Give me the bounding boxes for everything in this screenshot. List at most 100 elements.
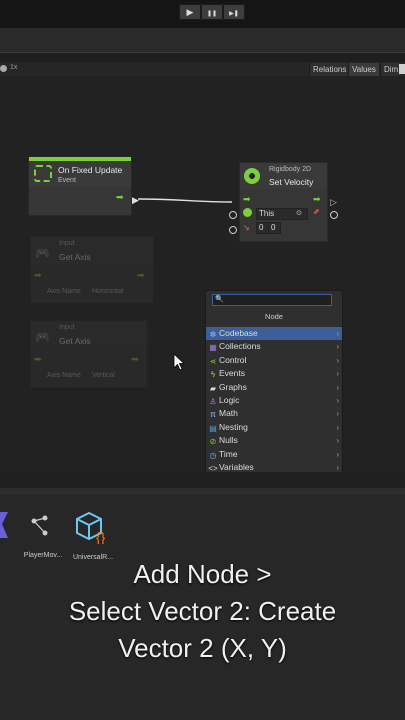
y-field[interactable]: 0 (268, 222, 281, 234)
svg-text:{}: {} (96, 529, 106, 544)
menu-item-nesting[interactable]: ▤ Nesting › (206, 421, 342, 434)
zoom-slider-handle[interactable] (0, 65, 7, 72)
flow-output-port[interactable]: ➡ (137, 271, 145, 280)
chevron-right-icon: › (336, 409, 339, 419)
menu-item-label: Events (219, 368, 245, 379)
chevron-right-icon: › (336, 436, 339, 446)
field-label: Axis Name (47, 372, 81, 379)
graph-canvas[interactable]: On Fixed Update Event ➡ ▶ Rigidbody 2D S… (0, 76, 405, 472)
menu-item-label: Nulls (219, 435, 238, 446)
node-category: Input (59, 240, 75, 247)
zoom-label: 1x (10, 64, 18, 71)
menu-item-label: Math (219, 408, 238, 419)
rigidbody-icon (244, 168, 260, 184)
menu-header: Node (265, 312, 283, 321)
tab-values[interactable]: Values (348, 63, 379, 76)
menu-item-collections[interactable]: ▦ Collections › (206, 340, 342, 353)
caption-line-3: Vector 2 (X, Y) (118, 633, 287, 663)
target-input-port[interactable] (229, 211, 237, 219)
mouse-cursor-icon (173, 353, 186, 371)
menu-item-label: Time (219, 448, 238, 459)
node-header: Rigidbody 2D Set Velocity (240, 163, 327, 189)
menu-item-control[interactable]: ⋖ Control › (206, 354, 342, 367)
control-icon: ⋖ (209, 356, 217, 366)
menu-item-label: Graphs (219, 381, 247, 392)
caption-line-1: Add Node > (133, 559, 272, 589)
menu-item-label: Control (219, 354, 247, 365)
menu-item-nulls[interactable]: ⊘ Nulls › (206, 434, 342, 447)
pause-button[interactable]: ❚❚ (201, 4, 223, 20)
gamepad-icon: 🎮 (35, 330, 50, 344)
menu-item-events[interactable]: ϟ Events › (206, 367, 342, 380)
node-title: Get Axis (59, 252, 91, 262)
graph-tab-bar: 1x Relations Values Dim (0, 62, 405, 77)
chevron-right-icon: › (336, 449, 339, 459)
menu-item-time[interactable]: ◷ Time › (206, 448, 342, 461)
project-panel: PlayerMov... {} UniversalR... Add Node >… (0, 472, 405, 720)
menu-item-label: Logic (219, 395, 240, 405)
search-input[interactable]: 🔍 (212, 294, 332, 306)
chevron-right-icon: › (336, 355, 339, 365)
folder-icon: ▰ (209, 383, 217, 393)
on-fixed-update-node[interactable]: On Fixed Update Event ➡ (28, 156, 132, 216)
flow-output-port[interactable]: ➡ (131, 355, 139, 364)
menu-item-math[interactable]: π Math › (206, 407, 342, 420)
pi-icon: π (210, 410, 216, 420)
step-button[interactable]: ▶❚ (223, 4, 245, 20)
chevron-right-icon: › (336, 396, 339, 405)
flow-output-triangle: ▷ (330, 197, 337, 207)
flow-input-port[interactable]: ➡ (34, 271, 42, 280)
rigidbody-target-icon (243, 208, 252, 217)
lightning-icon: ϟ (210, 370, 216, 380)
flow-input-port[interactable]: ➡ (34, 355, 42, 364)
node-title: Get Axis (59, 336, 91, 346)
play-icon: ▶ (186, 7, 194, 17)
output-port[interactable] (330, 211, 338, 219)
get-axis-vertical-node[interactable]: 🎮 Input Get Axis ➡ ➡ Axis Name Vertical (30, 320, 148, 388)
menu-item-codebase[interactable]: ✲ Codebase › (206, 327, 342, 341)
vector-icon: ↘ (243, 223, 250, 232)
event-icon (34, 165, 52, 182)
chevron-right-icon: › (336, 342, 339, 352)
search-icon: 🔍 (215, 296, 224, 303)
project-toolbar (0, 472, 405, 489)
node-category: Rigidbody 2D (269, 166, 312, 173)
collections-icon: ▦ (209, 343, 217, 353)
gamepad-icon: 🎮 (35, 246, 50, 260)
menu-item-logic[interactable]: ♙ Logic › (206, 394, 342, 407)
get-axis-horizontal-node[interactable]: 🎮 Input Get Axis ➡ ➡ Axis Name Horizonta… (30, 236, 154, 304)
nesting-icon: ▤ (209, 423, 217, 433)
axis-name-field[interactable]: Horizontal (92, 288, 124, 295)
menu-item-label: Nesting (219, 421, 248, 432)
flow-input-port[interactable]: ➡ (243, 195, 251, 204)
node-header: 🎮 Input Get Axis (31, 321, 147, 349)
graph-toolbar (0, 28, 405, 53)
menu-item-graphs[interactable]: ▰ Graphs › (206, 381, 342, 394)
flow-output-port[interactable]: ➡ (116, 193, 124, 202)
tab-overflow[interactable] (399, 64, 405, 74)
editor-top-bar: ▶ ❚❚ ▶❚ (0, 0, 405, 28)
project-subtoolbar (0, 488, 405, 495)
chevron-right-icon: › (336, 369, 339, 379)
flow-connection (137, 198, 233, 203)
null-icon: ⊘ (209, 437, 217, 447)
node-title: Set Velocity (269, 177, 314, 187)
asset-partial[interactable] (0, 510, 9, 556)
flow-output-port[interactable]: ➡ (313, 195, 321, 204)
set-velocity-node[interactable]: Rigidbody 2D Set Velocity ➡ ➡ This ⊙ ⬈ ↘… (239, 162, 328, 242)
tab-relations[interactable]: Relations (309, 63, 350, 76)
visual-scripting-icon (0, 512, 8, 538)
node-header: 🎮 Input Get Axis (31, 237, 153, 265)
object-picker-icon[interactable]: ⊙ (296, 209, 302, 217)
step-icon: ▶❚ (229, 11, 239, 17)
target-output-port[interactable]: ⬈ (313, 207, 320, 216)
caption-line-2: Select Vector 2: Create (68, 596, 337, 626)
flow-output-arrow: ▶ (132, 195, 139, 205)
play-button[interactable]: ▶ (179, 4, 201, 20)
menu-item-label: Codebase (219, 328, 258, 338)
chevron-right-icon: › (336, 382, 339, 392)
axis-name-field[interactable]: Vertical (92, 372, 115, 379)
logic-icon: ♙ (209, 397, 217, 406)
chevron-right-icon: › (336, 422, 339, 432)
velocity-input-port[interactable] (229, 226, 237, 234)
